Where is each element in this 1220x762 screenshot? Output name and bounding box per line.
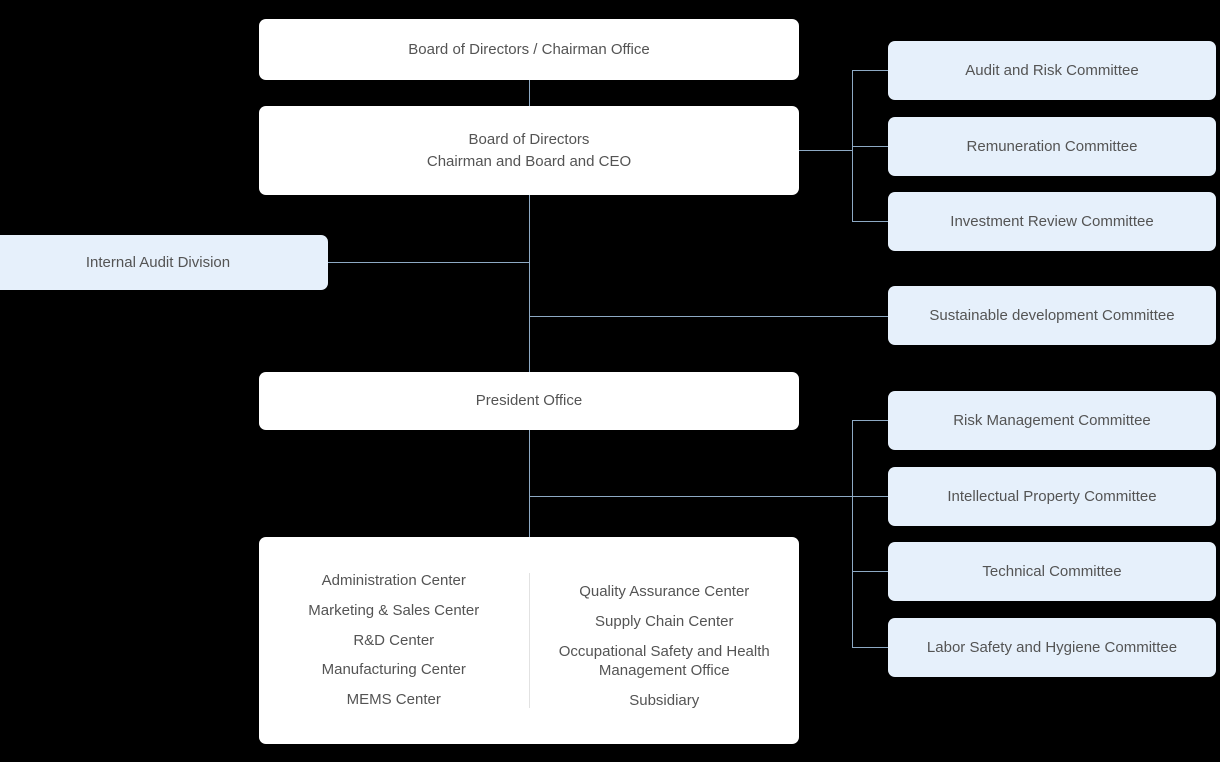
department-item[interactable]: Manufacturing Center	[320, 655, 468, 685]
node-remuneration-committee[interactable]: Remuneration Committee	[888, 117, 1216, 176]
connector-internal-audit-to-trunk	[328, 262, 529, 263]
connector-to-intellectual-property	[529, 496, 888, 497]
departments-column-right: Quality Assurance Center Supply Chain Ce…	[530, 537, 800, 744]
node-labor-safety-and-hygiene-committee-label: Labor Safety and Hygiene Committee	[926, 638, 1178, 656]
node-technical-committee-label: Technical Committee	[982, 562, 1122, 580]
department-item[interactable]: Subsidiary	[627, 686, 701, 716]
node-intellectual-property-committee-label: Intellectual Property Committee	[947, 487, 1157, 505]
node-board-chairman-office[interactable]: Board of Directors / Chairman Office	[259, 19, 799, 80]
node-sustainable-development-committee-label: Sustainable development Committee	[929, 306, 1175, 324]
node-president-office-label: President Office	[475, 392, 583, 410]
node-risk-management-committee-label: Risk Management Committee	[953, 411, 1151, 429]
node-board-chairman-office-label: Board of Directors / Chairman Office	[408, 40, 650, 58]
node-board-directors-ceo[interactable]: Board of Directors Chairman and Board an…	[259, 106, 799, 195]
department-item[interactable]: R&D Center	[351, 626, 436, 656]
connector-to-technical	[852, 571, 888, 572]
node-intellectual-property-committee[interactable]: Intellectual Property Committee	[888, 467, 1216, 526]
connector-board-to-committee-bus	[798, 150, 853, 151]
connector-to-audit-risk	[852, 70, 888, 71]
node-audit-and-risk-committee[interactable]: Audit and Risk Committee	[888, 41, 1216, 100]
connector-board-trunk	[529, 195, 530, 372]
node-president-office[interactable]: President Office	[259, 372, 799, 430]
node-sustainable-development-committee[interactable]: Sustainable development Committee	[888, 286, 1216, 345]
connector-to-risk-management	[852, 420, 888, 421]
connector-to-remuneration	[852, 146, 888, 147]
node-internal-audit-division-label: Internal Audit Division	[85, 253, 231, 271]
connector-president-committee-bus	[852, 420, 853, 647]
departments-panel: Administration Center Marketing & Sales …	[259, 537, 799, 744]
department-item[interactable]: Supply Chain Center	[593, 607, 735, 637]
org-chart-canvas: Board of Directors / Chairman Office Boa…	[0, 0, 1220, 762]
node-investment-review-committee-label: Investment Review Committee	[950, 212, 1154, 230]
node-audit-and-risk-committee-label: Audit and Risk Committee	[965, 61, 1139, 79]
connector-to-labor-safety	[852, 647, 888, 648]
node-remuneration-committee-label: Remuneration Committee	[966, 137, 1138, 155]
node-technical-committee[interactable]: Technical Committee	[888, 542, 1216, 601]
departments-column-left: Administration Center Marketing & Sales …	[259, 537, 529, 744]
department-item[interactable]: Quality Assurance Center	[577, 577, 751, 607]
department-item[interactable]: Occupational Safety and Health Managemen…	[557, 637, 772, 687]
department-item[interactable]: MEMS Center	[345, 685, 443, 715]
connector-to-investment-review	[852, 221, 888, 222]
node-internal-audit-division[interactable]: Internal Audit Division	[0, 235, 328, 290]
connector-chairman-to-board	[529, 80, 530, 106]
department-item[interactable]: Administration Center	[320, 566, 468, 596]
node-risk-management-committee[interactable]: Risk Management Committee	[888, 391, 1216, 450]
department-item[interactable]: Marketing & Sales Center	[306, 596, 481, 626]
connector-to-sustainable-development	[529, 316, 888, 317]
node-board-directors-ceo-label: Board of Directors Chairman and Board an…	[426, 130, 632, 170]
node-investment-review-committee[interactable]: Investment Review Committee	[888, 192, 1216, 251]
connector-president-to-departments	[529, 430, 530, 537]
node-labor-safety-and-hygiene-committee[interactable]: Labor Safety and Hygiene Committee	[888, 618, 1216, 677]
